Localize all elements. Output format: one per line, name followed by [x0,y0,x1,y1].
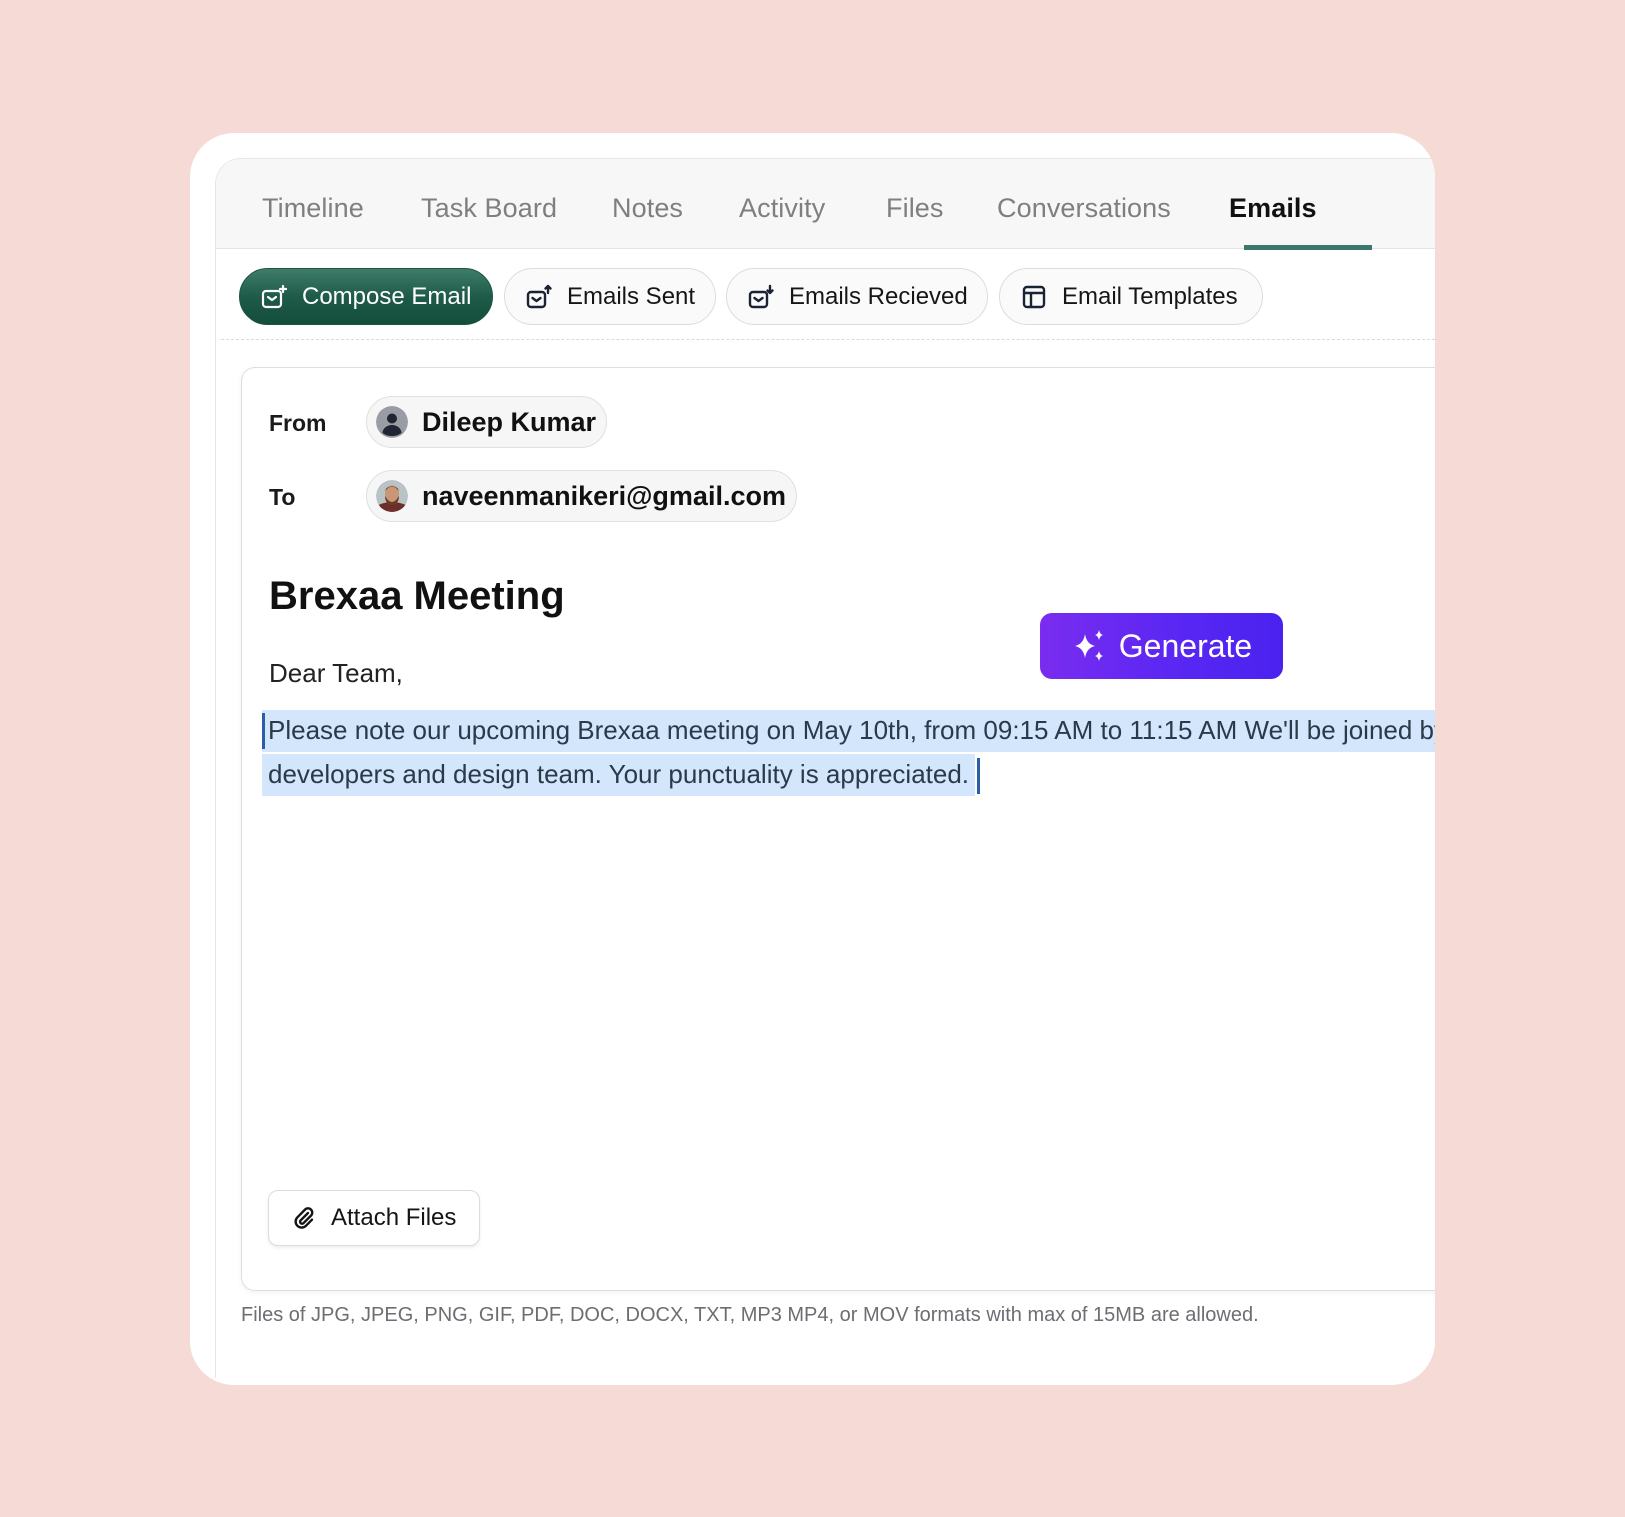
compose-email-label: Compose Email [302,282,472,310]
emails-received-button[interactable]: Emails Recieved [726,268,988,325]
tab-files[interactable]: Files [886,193,944,224]
tab-notes[interactable]: Notes [612,193,683,224]
email-greeting[interactable]: Dear Team, [269,658,403,689]
emails-received-label: Emails Recieved [789,282,968,310]
recipient-avatar [376,480,408,512]
from-label: From [269,410,327,436]
selection-start-caret [262,713,265,749]
body-line-2: developers and design team. Your punctua… [262,754,976,796]
dashed-divider [221,339,1435,340]
emails-sent-label: Emails Sent [567,282,696,310]
compose-form: From Dileep Kumar To naveenmanikeri@gmai… [241,367,1435,1291]
mail-receive-icon [747,283,775,311]
sparkles-icon [1071,627,1109,665]
tab-activity[interactable]: Activity [739,193,825,224]
to-label: To [269,484,296,510]
tab-task-board[interactable]: Task Board [421,193,557,224]
outer-card: Timeline Task Board Notes Activity Files… [190,133,1435,1385]
mail-plus-icon [260,283,288,311]
from-name: Dileep Kumar [422,406,597,437]
email-templates-button[interactable]: Email Templates [999,268,1263,325]
attach-files-label: Attach Files [331,1204,457,1231]
template-icon [1020,283,1048,311]
tab-emails[interactable]: Emails [1229,193,1317,224]
email-subject[interactable]: Brexaa Meeting [269,574,565,619]
tab-timeline[interactable]: Timeline [262,193,364,224]
text-cursor [977,758,980,795]
tab-conversations[interactable]: Conversations [997,193,1171,224]
file-format-hint: Files of JPG, JPEG, PNG, GIF, PDF, DOC, … [241,1304,1259,1326]
paperclip-icon [291,1205,317,1231]
from-chip[interactable]: Dileep Kumar [366,396,608,448]
email-body[interactable]: Please note our upcoming Brexaa meeting … [262,708,1435,796]
email-templates-label: Email Templates [1062,282,1238,310]
generate-button[interactable]: Generate [1040,613,1283,679]
emails-sent-button[interactable]: Emails Sent [504,268,716,325]
tab-bar: Timeline Task Board Notes Activity Files… [216,159,1435,250]
attach-files-button[interactable]: Attach Files [268,1190,480,1246]
to-chip[interactable]: naveenmanikeri@gmail.com [366,470,797,522]
generate-label: Generate [1118,627,1253,664]
active-tab-indicator [1244,245,1372,250]
to-email: naveenmanikeri@gmail.com [422,480,786,511]
email-panel: Timeline Task Board Notes Activity Files… [215,158,1435,1378]
mail-send-icon [525,283,553,311]
compose-email-button[interactable]: Compose Email [239,268,493,325]
body-line-1: Please note our upcoming Brexaa meeting … [262,710,1435,752]
default-user-avatar-icon [376,406,408,438]
